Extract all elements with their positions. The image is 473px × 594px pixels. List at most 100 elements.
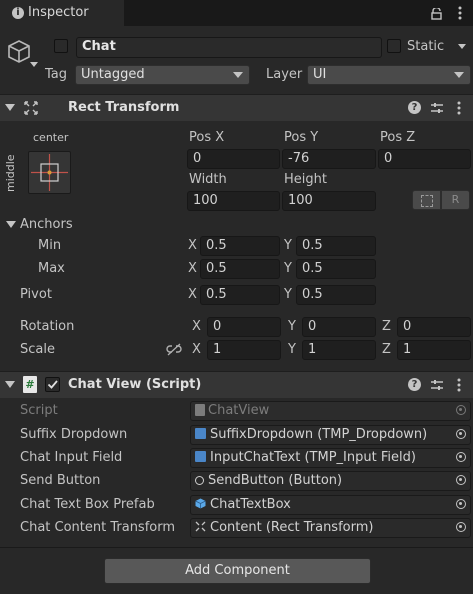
- static-label: Static: [407, 39, 445, 54]
- tag-label: Tag: [45, 67, 68, 82]
- min-y-field[interactable]: 0.5: [296, 236, 376, 256]
- rotation-z-field[interactable]: 0: [397, 317, 471, 337]
- script-value: ChatView: [208, 403, 270, 418]
- chat-content-transform-label: Chat Content Transform: [20, 520, 176, 535]
- input-field-component-icon: [195, 451, 206, 462]
- pos-x-header: Pos X: [189, 130, 225, 145]
- send-button-value: SendButton (Button): [208, 473, 343, 488]
- anchor-horizontal-label: center: [33, 131, 69, 144]
- anchors-foldout-arrow-icon[interactable]: [6, 221, 16, 228]
- pivot-y-axis: Y: [284, 287, 292, 302]
- component-enabled-checkbox[interactable]: [45, 377, 60, 392]
- anchor-vertical-label: middle: [4, 154, 17, 192]
- object-picker-icon: [456, 405, 466, 415]
- chat-view-title: Chat View (Script): [68, 377, 202, 392]
- script-field: ChatView: [190, 401, 471, 421]
- object-name-field[interactable]: Chat: [76, 37, 382, 58]
- chat-input-field-label: Chat Input Field: [20, 450, 123, 465]
- pivot-x-field[interactable]: 0.5: [200, 285, 280, 305]
- suffix-dropdown-value: SuffixDropdown (TMP_Dropdown): [210, 427, 428, 442]
- dropdown-component-icon: [195, 428, 206, 439]
- tag-dropdown[interactable]: Untagged: [75, 65, 250, 85]
- chevron-down-icon: [454, 72, 464, 78]
- object-picker-icon[interactable]: [456, 499, 466, 509]
- scale-x-field[interactable]: 1: [207, 340, 281, 360]
- layer-label: Layer: [266, 67, 303, 82]
- blueprint-icon: [421, 195, 433, 207]
- object-picker-icon[interactable]: [456, 522, 466, 532]
- active-checkbox[interactable]: [54, 39, 68, 53]
- send-button-field[interactable]: SendButton (Button): [190, 471, 471, 491]
- suffix-dropdown-field[interactable]: SuffixDropdown (TMP_Dropdown): [190, 425, 471, 445]
- divider: [0, 547, 473, 548]
- object-picker-icon[interactable]: [456, 475, 466, 485]
- width-field[interactable]: 100: [187, 191, 280, 211]
- static-dropdown-arrow[interactable]: [458, 44, 466, 49]
- object-picker-icon[interactable]: [456, 452, 466, 462]
- chat-input-field-field[interactable]: InputChatText (TMP_Input Field): [190, 448, 471, 468]
- scale-y-field[interactable]: 1: [302, 340, 376, 360]
- foldout-arrow-icon: [5, 381, 15, 388]
- script-file-icon: #: [23, 376, 37, 393]
- tab-inspector[interactable]: i Inspector: [0, 0, 124, 27]
- height-field[interactable]: 100: [282, 191, 376, 211]
- min-x-field[interactable]: 0.5: [200, 236, 280, 256]
- pivot-x-axis: X: [188, 287, 197, 302]
- presets-icon[interactable]: [430, 101, 444, 115]
- kebab-menu-icon[interactable]: [457, 101, 461, 115]
- max-y-axis: Y: [284, 261, 292, 276]
- tag-value: Untagged: [81, 67, 145, 82]
- pivot-label: Pivot: [20, 287, 52, 302]
- rot-y-axis: Y: [288, 319, 296, 334]
- add-component-label: Add Component: [185, 563, 290, 578]
- raw-edit-button[interactable]: R: [441, 190, 470, 210]
- max-label: Max: [38, 261, 65, 276]
- layer-value: UI: [313, 67, 327, 82]
- icon-dropdown-arrow[interactable]: [30, 62, 38, 67]
- pos-y-field[interactable]: -76: [282, 149, 376, 169]
- rotation-x-field[interactable]: 0: [207, 317, 281, 337]
- min-label: Min: [38, 238, 62, 253]
- info-icon: i: [12, 7, 24, 19]
- raw-edit-label: R: [451, 193, 460, 206]
- script-file-small-icon: [195, 404, 205, 416]
- anchors-label: Anchors: [20, 217, 73, 232]
- chat-text-box-prefab-field[interactable]: ChatTextBox: [190, 495, 471, 515]
- help-icon[interactable]: ?: [408, 101, 421, 114]
- pos-z-field[interactable]: 0: [378, 149, 471, 169]
- kebab-menu-icon[interactable]: [458, 6, 462, 20]
- max-x-axis: X: [188, 261, 197, 276]
- anchor-preset-button[interactable]: [28, 151, 71, 194]
- max-y-field[interactable]: 0.5: [296, 259, 376, 279]
- help-icon[interactable]: ?: [408, 378, 421, 391]
- tab-title: Inspector: [28, 5, 89, 20]
- lock-icon[interactable]: [431, 6, 442, 20]
- rect-transform-small-icon: [195, 520, 206, 532]
- rotation-y-field[interactable]: 0: [302, 317, 376, 337]
- send-button-label: Send Button: [20, 473, 101, 488]
- max-x-field[interactable]: 0.5: [200, 259, 280, 279]
- presets-icon[interactable]: [430, 378, 444, 392]
- object-picker-icon[interactable]: [456, 429, 466, 439]
- add-component-button[interactable]: Add Component: [104, 558, 371, 584]
- constrain-proportions-icon[interactable]: [166, 343, 182, 357]
- scale-x-axis: X: [192, 342, 201, 357]
- chat-input-field-value: InputChatText (TMP_Input Field): [210, 450, 416, 465]
- prefab-cube-icon: [195, 497, 206, 509]
- min-x-axis: X: [188, 238, 197, 253]
- button-component-icon: [195, 476, 204, 485]
- rot-x-axis: X: [192, 319, 201, 334]
- rect-transform-title: Rect Transform: [68, 100, 180, 115]
- chat-content-transform-value: Content (Rect Transform): [210, 520, 374, 535]
- chat-content-transform-field[interactable]: Content (Rect Transform): [190, 518, 471, 538]
- pos-x-field[interactable]: 0: [187, 149, 280, 169]
- foldout-arrow-icon: [5, 104, 15, 111]
- scale-z-field[interactable]: 1: [397, 340, 471, 360]
- pivot-y-field[interactable]: 0.5: [296, 285, 376, 305]
- kebab-menu-icon[interactable]: [457, 378, 461, 392]
- layer-dropdown[interactable]: UI: [307, 65, 471, 85]
- blueprint-mode-button[interactable]: [412, 190, 441, 210]
- rect-transform-header[interactable]: Rect Transform ?: [0, 94, 473, 121]
- static-checkbox[interactable]: [387, 39, 401, 53]
- chat-view-header[interactable]: # Chat View (Script) ?: [0, 371, 473, 398]
